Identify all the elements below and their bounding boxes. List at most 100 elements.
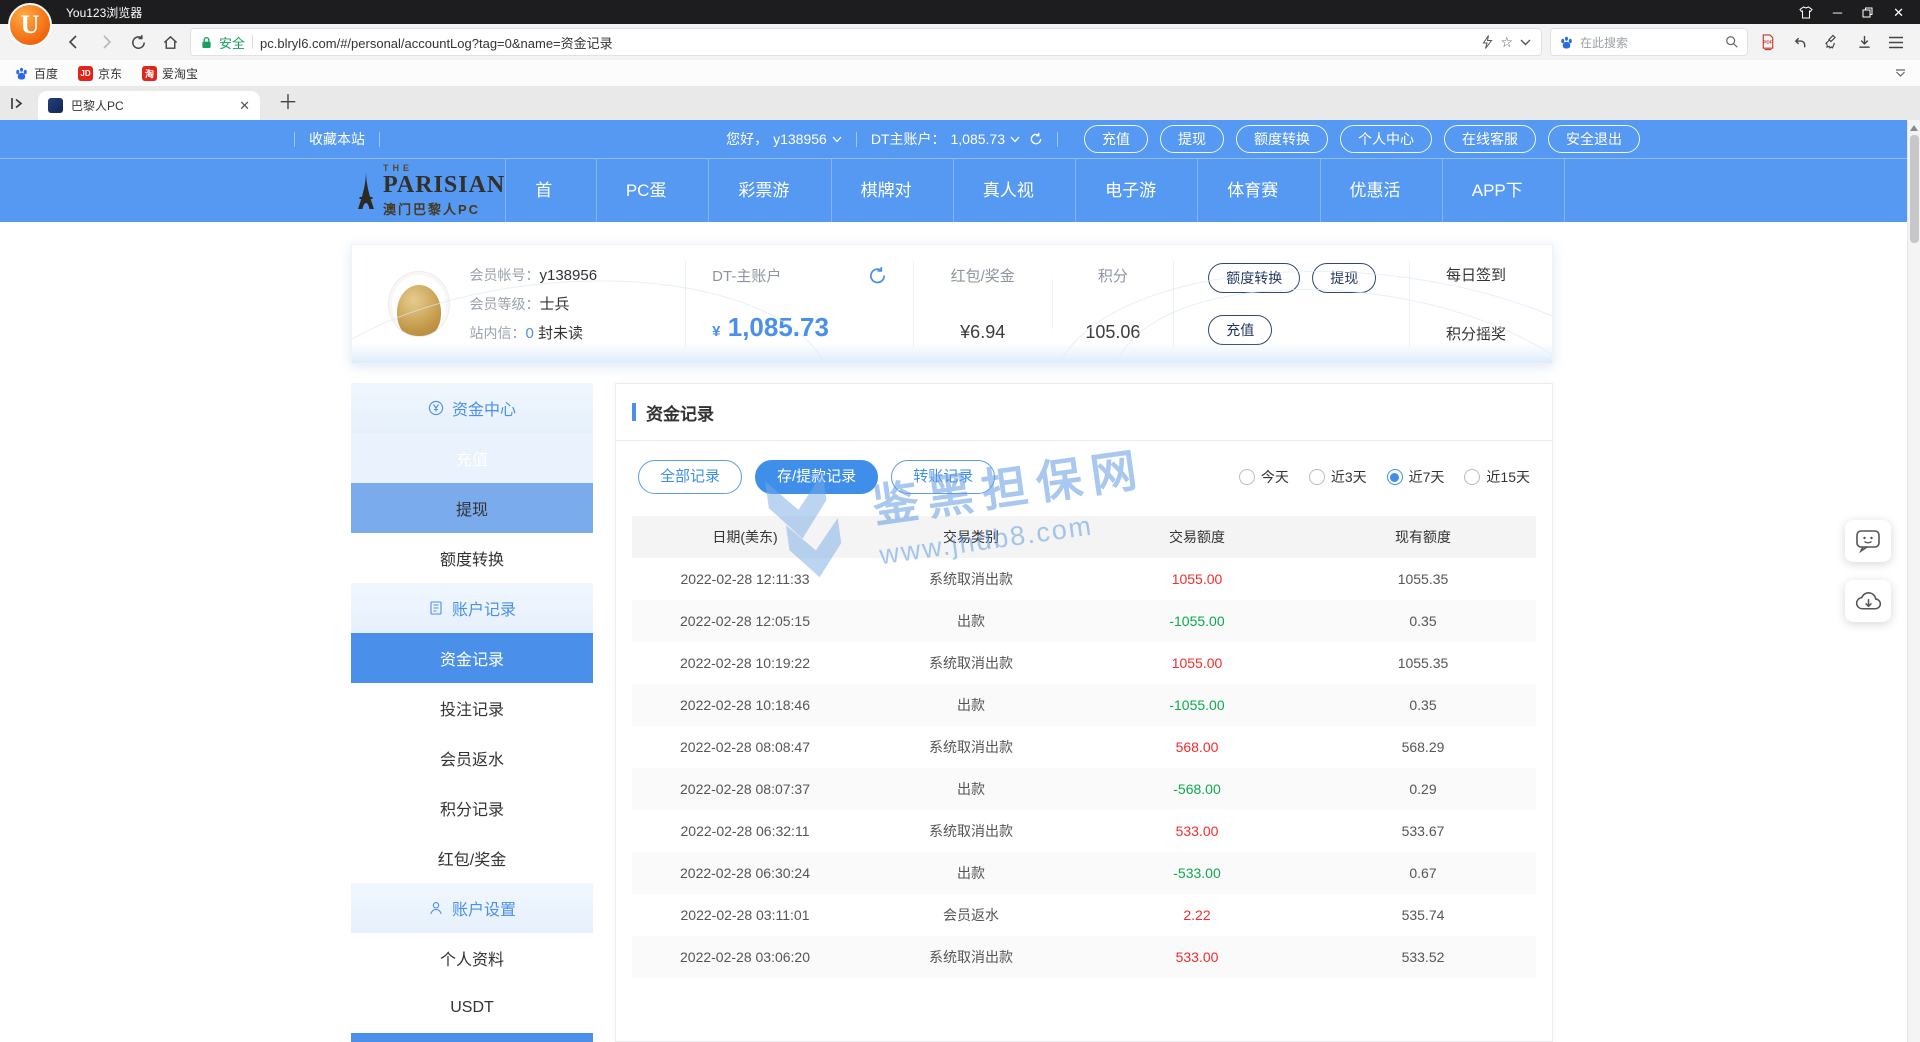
sidebar-item[interactable]: 账户设置	[351, 883, 593, 933]
bookmark-item[interactable]: 百度	[14, 65, 58, 82]
withdraw-button[interactable]: 提现	[1312, 263, 1376, 293]
sidebar-item[interactable]: 投注记录	[351, 683, 593, 733]
cell-type: 系统取消出款	[858, 947, 1084, 967]
sidebar-item[interactable]: 红包/奖金	[351, 833, 593, 883]
date-range-option[interactable]: 今天	[1239, 467, 1289, 487]
window-title: You123浏览器	[66, 4, 142, 21]
radio-icon[interactable]	[1239, 469, 1255, 485]
sidebar-item[interactable]: 个人资料	[351, 933, 593, 983]
close-icon[interactable]: ✕	[1893, 6, 1904, 19]
site-logo[interactable]: THE PARISIAN 澳门巴黎人PC	[355, 163, 505, 218]
radio-icon[interactable]	[1309, 469, 1325, 485]
pdf-icon[interactable]: PDF	[1756, 30, 1780, 54]
range-label: 近7天	[1409, 467, 1445, 487]
table-row: 2022-02-28 06:30:24出款-533.000.67	[632, 852, 1536, 894]
cell-type: 会员返水	[858, 905, 1084, 925]
bookmark-item[interactable]: 淘爱淘宝	[142, 65, 198, 82]
tab-title: 巴黎人PC	[71, 97, 231, 114]
sidebar-item[interactable]: 提现	[351, 483, 593, 533]
date-range-option[interactable]: 近3天	[1309, 467, 1367, 487]
url-text[interactable]: pc.blryl6.com/#/personal/accountLog?tag=…	[260, 33, 613, 52]
filter-pill[interactable]: 全部记录	[638, 460, 742, 494]
avatar[interactable]	[388, 271, 450, 337]
undo-icon[interactable]	[1788, 30, 1812, 54]
topbar-button-提现[interactable]: 提现	[1160, 125, 1224, 153]
topbar-button-在线客服[interactable]: 在线客服	[1444, 125, 1536, 153]
filter-pill[interactable]: 转账记录	[891, 460, 995, 494]
daily-signin-link[interactable]: 每日签到	[1446, 264, 1552, 285]
search-placeholder[interactable]: 在此搜索	[1580, 34, 1719, 51]
radio-icon[interactable]	[1387, 469, 1403, 485]
sidebar-item[interactable]: 积分记录	[351, 783, 593, 833]
scroll-up-icon[interactable]	[1910, 125, 1918, 131]
points-lottery-link[interactable]: 积分摇奖	[1446, 323, 1552, 344]
deposit-button[interactable]: 充值	[1208, 315, 1272, 345]
url-dropdown-icon[interactable]	[1520, 39, 1531, 46]
nav-item[interactable]: APP下载	[1442, 159, 1565, 223]
range-label: 今天	[1261, 467, 1289, 487]
app-download-button[interactable]	[1845, 580, 1891, 622]
restore-icon[interactable]	[1862, 7, 1873, 18]
sidebar-item[interactable]: USDT	[351, 983, 593, 1033]
sidebar-item[interactable]: 资金记录	[351, 633, 593, 683]
nav-item[interactable]: 首页	[505, 159, 596, 223]
page-scrollbar[interactable]	[1907, 120, 1920, 1042]
wallet-balance: ¥ 1,085.73	[712, 312, 887, 343]
cell-balance: 533.52	[1310, 949, 1536, 965]
download-icon[interactable]	[1852, 30, 1876, 54]
home-icon[interactable]	[158, 30, 182, 54]
tab-favicon	[48, 98, 63, 113]
browser-tab[interactable]: 巴黎人PC ✕	[38, 91, 260, 120]
nav-item[interactable]: PC蛋蛋	[596, 159, 709, 223]
refresh-wallet-icon[interactable]	[868, 266, 887, 285]
transfer-button[interactable]: 额度转换	[1208, 263, 1300, 293]
bookmarks-collapse-icon[interactable]	[1895, 69, 1906, 77]
url-bar[interactable]: 安全 pc.blryl6.com/#/personal/accountLog?t…	[190, 28, 1542, 56]
back-icon[interactable]	[62, 30, 86, 54]
scrollbar-thumb[interactable]	[1910, 135, 1919, 243]
topbar-wallet[interactable]: DT主账户：1,085.73	[871, 129, 1043, 149]
search-box[interactable]: 在此搜索	[1550, 28, 1748, 56]
cell-balance: 533.67	[1310, 823, 1536, 839]
date-range-option[interactable]: 近15天	[1464, 467, 1530, 487]
nav-item[interactable]: 优惠活动	[1320, 159, 1442, 223]
sidebar-toggle-icon[interactable]	[10, 97, 24, 110]
new-tab-icon[interactable]: ＋	[278, 93, 298, 113]
filter-row: 全部记录存/提款记录转账记录 今天近3天 近7天近15天	[638, 460, 1530, 494]
cleaner-icon[interactable]	[1820, 30, 1844, 54]
sidebar-item[interactable]: 会员返水	[351, 733, 593, 783]
nav-item[interactable]: 真人视讯	[953, 159, 1075, 223]
date-range-option[interactable]: 近7天	[1387, 467, 1445, 487]
bookmark-item[interactable]: JD京东	[78, 65, 122, 82]
cell-date: 2022-02-28 08:08:47	[632, 739, 858, 755]
nav-item[interactable]: 彩票游戏	[708, 159, 830, 223]
nav-item[interactable]: 体育赛事	[1197, 159, 1319, 223]
forward-icon[interactable]	[94, 30, 118, 54]
refresh-icon[interactable]	[126, 30, 150, 54]
topbar-button-充值[interactable]: 充值	[1084, 125, 1148, 153]
customer-service-button[interactable]	[1845, 520, 1891, 562]
sidebar-item[interactable]: 账户记录	[351, 583, 593, 633]
nav-item[interactable]: 棋牌对战	[831, 159, 953, 223]
favorite-site-link[interactable]: 收藏本站	[309, 129, 365, 149]
mail-count[interactable]: 0	[526, 325, 534, 342]
search-icon[interactable]	[1725, 35, 1739, 49]
sidebar-item[interactable]: 充值	[351, 433, 593, 483]
flash-icon[interactable]	[1482, 35, 1493, 49]
topbar-button-额度转换[interactable]: 额度转换	[1236, 125, 1328, 153]
user-icon	[428, 900, 444, 916]
nav-item[interactable]: 电子游艺	[1075, 159, 1197, 223]
filter-pill[interactable]: 存/提款记录	[755, 460, 878, 494]
menu-icon[interactable]	[1884, 30, 1908, 54]
tab-close-icon[interactable]: ✕	[239, 98, 250, 114]
minimize-icon[interactable]: ─	[1833, 6, 1842, 19]
skin-icon[interactable]	[1799, 6, 1813, 19]
topbar-button-安全退出[interactable]: 安全退出	[1548, 125, 1640, 153]
sidebar-item[interactable]: 额度转换	[351, 533, 593, 583]
radio-icon[interactable]	[1464, 469, 1480, 485]
cell-date: 2022-02-28 10:18:46	[632, 697, 858, 713]
bookmark-star-icon[interactable]: ☆	[1500, 34, 1513, 51]
sidebar-item[interactable]: 资金中心	[351, 383, 593, 433]
topbar-button-个人中心[interactable]: 个人中心	[1340, 125, 1432, 153]
user-menu[interactable]: 您好，y138956	[726, 129, 842, 149]
